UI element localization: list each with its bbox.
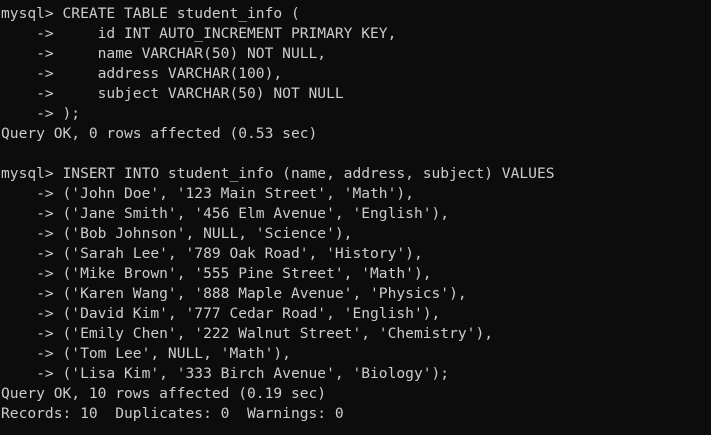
terminal-line: Records: 10 Duplicates: 0 Warnings: 0 [1,405,344,422]
terminal-line: mysql> INSERT INTO student_info (name, a… [1,165,555,182]
terminal-line: -> ); [1,105,81,122]
terminal-line: -> ('John Doe', '123 Main Street', 'Math… [1,185,414,202]
terminal-line: -> ('Tom Lee', NULL, 'Math'), [1,345,291,362]
terminal-line: mysql> CREATE TABLE student_info ( [1,5,300,22]
terminal-line: -> ('David Kim', '777 Cedar Road', 'Engl… [1,305,441,322]
terminal-line: -> subject VARCHAR(50) NOT NULL [1,85,344,102]
terminal-line: -> ('Bob Johnson', NULL, 'Science'), [1,225,353,242]
terminal-line: -> address VARCHAR(100), [1,65,283,82]
terminal-line: -> ('Emily Chen', '222 Walnut Street', '… [1,325,494,342]
terminal-line: Query OK, 10 rows affected (0.19 sec) [1,385,327,402]
terminal-line: -> id INT AUTO_INCREMENT PRIMARY KEY, [1,25,397,42]
terminal-line: Query OK, 0 rows affected (0.53 sec) [1,125,318,142]
terminal-line: -> ('Jane Smith', '456 Elm Avenue', 'Eng… [1,205,450,222]
terminal-output[interactable]: mysql> CREATE TABLE student_info ( -> id… [0,0,711,435]
terminal-line: -> ('Karen Wang', '888 Maple Avenue', 'P… [1,285,467,302]
terminal-line: -> ('Mike Brown', '555 Pine Street', 'Ma… [1,265,432,282]
terminal-line: -> ('Sarah Lee', '789 Oak Road', 'Histor… [1,245,423,262]
terminal-line: -> name VARCHAR(50) NOT NULL, [1,45,327,62]
terminal-line: -> ('Lisa Kim', '333 Birch Avenue', 'Bio… [1,365,450,382]
